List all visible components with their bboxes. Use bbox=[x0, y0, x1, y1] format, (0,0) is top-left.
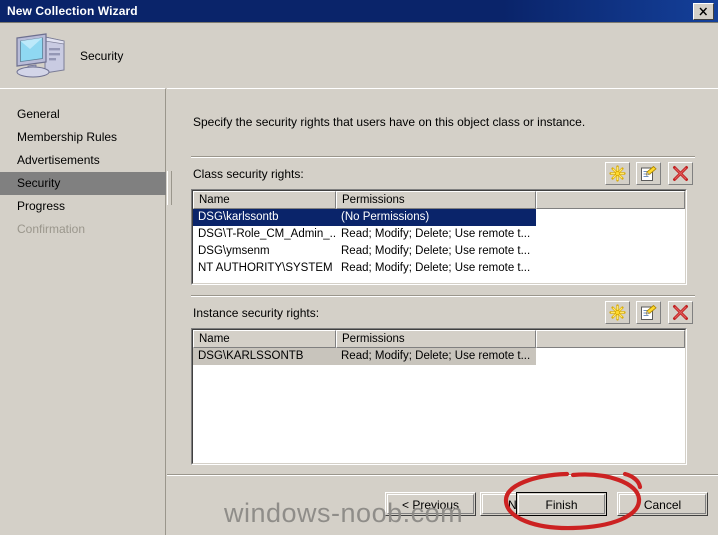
instance-toolbar bbox=[605, 301, 695, 324]
sidebar-item-membership-rules[interactable]: Membership Rules bbox=[0, 126, 166, 149]
cell-permissions: Read; Modify; Delete; Use remote t... bbox=[341, 262, 531, 274]
cell-name: DSG\karlssontb bbox=[193, 209, 336, 226]
class-properties-button[interactable] bbox=[636, 162, 662, 185]
instance-security-listview[interactable]: Name Permissions DSG\KARLSSONTB Read; Mo… bbox=[191, 328, 687, 465]
close-button[interactable] bbox=[693, 3, 714, 20]
delete-icon bbox=[672, 166, 688, 181]
page-title: Security bbox=[80, 49, 124, 63]
instance-column-name[interactable]: Name bbox=[193, 330, 336, 348]
finish-button[interactable]: Finish bbox=[516, 492, 607, 516]
sidebar-item-general[interactable]: General bbox=[0, 103, 166, 126]
cell-permissions: (No Permissions) bbox=[336, 209, 536, 226]
intro-text: Specify the security rights that users h… bbox=[193, 115, 586, 129]
properties-icon bbox=[641, 304, 658, 320]
sidebar-item-security[interactable]: Security bbox=[0, 172, 166, 195]
class-delete-button[interactable] bbox=[667, 162, 693, 185]
instance-new-button[interactable] bbox=[605, 301, 630, 324]
divider-class-section bbox=[191, 156, 695, 158]
header-band: Security bbox=[0, 23, 718, 87]
class-column-permissions[interactable]: Permissions bbox=[336, 191, 536, 209]
sidebar-list: General Membership Rules Advertisements … bbox=[0, 103, 166, 241]
new-icon bbox=[609, 304, 626, 321]
class-security-label: Class security rights: bbox=[193, 167, 304, 181]
sidebar-item-confirmation: Confirmation bbox=[17, 222, 86, 236]
table-row[interactable]: DSG\ymsenm Read; Modify; Delete; Use rem… bbox=[193, 243, 685, 260]
instance-security-label: Instance security rights: bbox=[193, 306, 320, 320]
instance-list-body: DSG\KARLSSONTB Read; Modify; Delete; Use… bbox=[193, 348, 685, 365]
properties-icon bbox=[641, 165, 658, 181]
cancel-button[interactable]: Cancel bbox=[617, 492, 708, 516]
class-column-name[interactable]: Name bbox=[193, 191, 336, 209]
sidebar-item-progress[interactable]: Progress bbox=[0, 195, 166, 218]
window-title: New Collection Wizard bbox=[7, 4, 138, 18]
wizard-step-sidebar: General Membership Rules Advertisements … bbox=[0, 88, 166, 535]
class-new-button[interactable] bbox=[605, 162, 630, 185]
cell-name: DSG\T-Role_CM_Admin_... bbox=[198, 228, 336, 240]
cell-name: NT AUTHORITY\SYSTEM bbox=[198, 262, 333, 274]
cell-name: DSG\ymsenm bbox=[198, 245, 270, 257]
cancel-button-label: Cancel bbox=[619, 494, 706, 514]
close-icon bbox=[699, 7, 708, 16]
cell-name: DSG\KARLSSONTB bbox=[193, 348, 336, 365]
new-icon bbox=[609, 165, 626, 182]
class-security-listview[interactable]: Name Permissions DSG\karlssontb (No Perm… bbox=[191, 189, 687, 285]
wizard-window: New Collection Wizard Security General M… bbox=[0, 0, 718, 535]
class-toolbar bbox=[605, 162, 695, 185]
finish-button-label: Finish bbox=[518, 494, 605, 514]
computer-icon bbox=[12, 28, 74, 80]
cell-permissions: Read; Modify; Delete; Use remote t... bbox=[336, 348, 536, 365]
instance-properties-button[interactable] bbox=[636, 301, 662, 324]
main-panel: Specify the security rights that users h… bbox=[167, 88, 718, 535]
cell-permissions: Read; Modify; Delete; Use remote t... bbox=[341, 228, 531, 240]
previous-button-label: < Previous bbox=[387, 494, 474, 514]
divider-button-bar bbox=[167, 474, 718, 476]
instance-list-header: Name Permissions bbox=[193, 330, 685, 348]
instance-column-filler bbox=[536, 330, 685, 348]
cell-permissions: Read; Modify; Delete; Use remote t... bbox=[341, 245, 531, 257]
instance-column-permissions[interactable]: Permissions bbox=[336, 330, 536, 348]
splitter-handle[interactable] bbox=[167, 171, 172, 205]
table-row[interactable]: DSG\karlssontb (No Permissions) bbox=[193, 209, 685, 226]
instance-delete-button[interactable] bbox=[667, 301, 693, 324]
table-row[interactable]: DSG\T-Role_CM_Admin_... Read; Modify; De… bbox=[193, 226, 685, 243]
previous-button[interactable]: < Previous bbox=[385, 492, 476, 516]
sidebar-item-advertisements[interactable]: Advertisements bbox=[0, 149, 166, 172]
class-column-filler bbox=[536, 191, 685, 209]
class-list-header: Name Permissions bbox=[193, 191, 685, 209]
title-bar: New Collection Wizard bbox=[0, 0, 718, 23]
table-row[interactable]: DSG\KARLSSONTB Read; Modify; Delete; Use… bbox=[193, 348, 685, 365]
divider-instance-section bbox=[191, 295, 695, 297]
delete-icon bbox=[672, 305, 688, 320]
table-row[interactable]: NT AUTHORITY\SYSTEM Read; Modify; Delete… bbox=[193, 260, 685, 277]
class-list-body: DSG\karlssontb (No Permissions) DSG\T-Ro… bbox=[193, 209, 685, 277]
